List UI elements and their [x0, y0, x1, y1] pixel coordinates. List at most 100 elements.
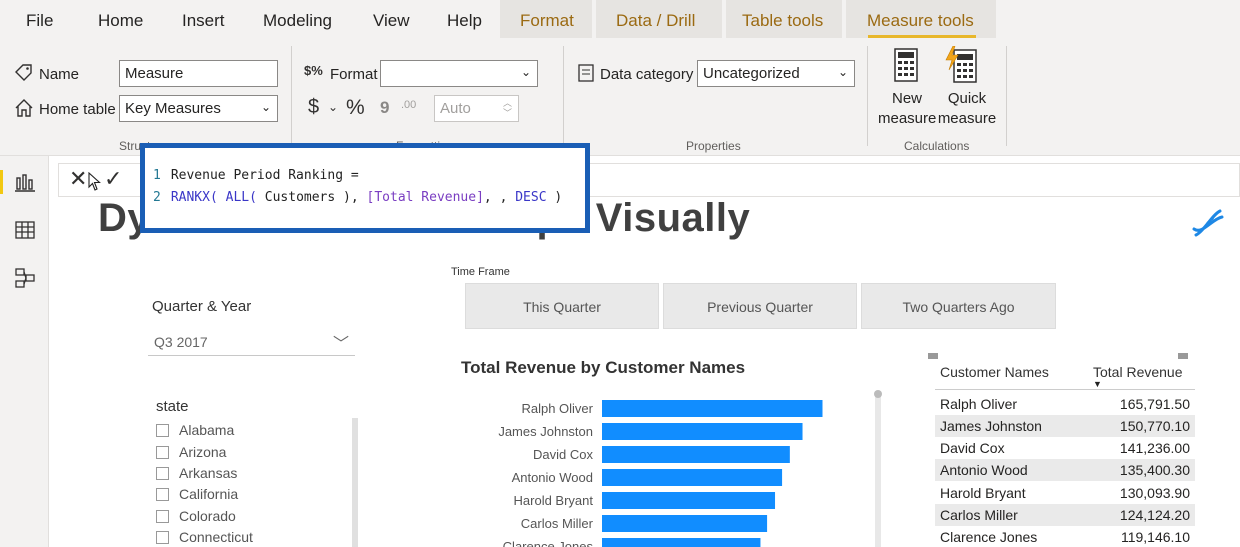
commit-formula-button[interactable]: ✓: [104, 166, 122, 192]
decimal-button[interactable]: .00: [401, 99, 416, 111]
table-argument: Customers ),: [256, 190, 359, 205]
tab-help[interactable]: Help: [447, 11, 482, 31]
visual-resize-handle[interactable]: [928, 353, 938, 359]
checkbox-icon[interactable]: [156, 446, 169, 459]
state-name: Alabama: [179, 422, 235, 438]
tab-modeling[interactable]: Modeling: [263, 11, 332, 31]
visual-resize-handle[interactable]: [1178, 353, 1188, 359]
name-label: Name: [39, 66, 80, 83]
cell-revenue: 135,400.30: [1119, 462, 1190, 478]
tag-icon: [14, 63, 34, 88]
revenue-bar-chart: Ralph Oliver James Johnston David Cox Anton…: [498, 400, 823, 547]
quick-measure-line2: measure: [937, 110, 997, 127]
cell-revenue: 119,146.10: [1120, 529, 1190, 545]
previous-quarter-button[interactable]: Previous Quarter: [663, 283, 857, 329]
tab-data-drill[interactable]: Data / Drill: [616, 11, 695, 31]
home-icon: [14, 98, 34, 123]
column-header-customer[interactable]: Customer Names: [940, 364, 1049, 380]
table-row: James Johnston 150,770.10: [935, 415, 1195, 437]
empty-arguments: , ,: [483, 190, 508, 205]
chart-title: Total Revenue by Customer Names: [461, 358, 746, 377]
bar[interactable]: [602, 492, 776, 509]
decimal-places-value: Auto: [440, 100, 471, 117]
dax-formula-editor[interactable]: 1 Revenue Period Ranking = 2 RANKX( ALL( C…: [140, 143, 590, 233]
this-quarter-button[interactable]: This Quarter: [465, 283, 659, 329]
state-item[interactable]: California: [156, 486, 238, 506]
checkbox-icon[interactable]: [156, 467, 169, 480]
cursor-pointer-icon: [88, 171, 102, 197]
chart-scroll-knob[interactable]: [874, 390, 882, 398]
two-quarters-ago-button[interactable]: Two Quarters Ago: [861, 283, 1056, 329]
bar[interactable]: [602, 469, 783, 486]
state-name: California: [179, 486, 239, 502]
measure-reference: [Total Revenue]: [358, 190, 484, 205]
tab-measure-tools[interactable]: Measure tools: [867, 11, 974, 31]
state-name: Colorado: [179, 508, 236, 524]
table-row: Antonio Wood 135,400.30: [935, 459, 1195, 481]
state-item[interactable]: Connecticut: [156, 529, 253, 547]
tab-table-tools[interactable]: Table tools: [742, 11, 823, 31]
state-item[interactable]: Arkansas: [156, 465, 237, 485]
tab-view[interactable]: View: [373, 11, 410, 31]
bar-label: Carlos Miller: [521, 516, 594, 531]
desc-keyword: DESC: [507, 190, 547, 205]
format-dropdown[interactable]: ⌄: [380, 60, 538, 87]
bar[interactable]: [602, 423, 803, 440]
formula-line-1: 1 Revenue Period Ranking =: [153, 168, 585, 190]
checkbox-icon[interactable]: [156, 424, 169, 437]
report-view-icon[interactable]: [13, 170, 37, 194]
checkbox-icon[interactable]: [156, 531, 169, 544]
model-view-icon[interactable]: [13, 266, 37, 290]
time-frame-label: Time Frame: [451, 266, 510, 278]
table-row: David Cox 141,236.00: [935, 437, 1195, 459]
state-item[interactable]: Arizona: [156, 444, 226, 464]
bar[interactable]: [602, 515, 768, 532]
separator: [867, 46, 868, 146]
data-view-icon[interactable]: [13, 218, 37, 242]
bar-label: Antonio Wood: [512, 470, 593, 485]
calculator-icon[interactable]: [893, 48, 921, 84]
data-category-label: Data category: [600, 66, 694, 83]
group-calculations: Calculations: [904, 139, 970, 153]
new-measure-button[interactable]: New measure: [878, 89, 936, 129]
tab-format[interactable]: Format: [520, 11, 574, 31]
column-header-revenue[interactable]: Total Revenue: [1093, 364, 1183, 380]
bar-label: James Johnston: [498, 424, 593, 439]
tab-file[interactable]: File: [26, 11, 53, 31]
checkbox-icon[interactable]: [156, 510, 169, 523]
data-category-dropdown[interactable]: Uncategorized ⌄: [697, 60, 855, 87]
chevron-down-icon[interactable]: ⌄: [328, 100, 338, 114]
state-slicer-scrollbar[interactable]: [352, 418, 358, 547]
separator: [291, 46, 292, 146]
chevron-down-icon: ﹀: [332, 336, 349, 353]
group-properties: Properties: [686, 139, 741, 153]
checkbox-icon[interactable]: [156, 488, 169, 501]
decimal-places-field[interactable]: Auto ︿ ﹀: [434, 95, 519, 122]
currency-button[interactable]: $: [308, 96, 319, 119]
cancel-formula-button[interactable]: ✕: [69, 166, 87, 192]
quarter-year-dropdown[interactable]: Q3 2017 ﹀: [148, 326, 355, 356]
spinner-icon[interactable]: ︿ ﹀: [503, 98, 512, 118]
cell-customer: Carlos Miller: [940, 507, 1018, 523]
bar[interactable]: [602, 538, 761, 547]
dna-logo-icon: [1190, 205, 1226, 241]
cell-customer: James Johnston: [940, 418, 1042, 434]
new-measure-line1: New: [891, 90, 922, 107]
quick-measure-button[interactable]: Quick measure: [935, 89, 999, 129]
cell-revenue: 130,093.90: [1119, 485, 1190, 501]
quick-measure-icon[interactable]: [944, 45, 980, 84]
state-item[interactable]: Colorado: [156, 508, 236, 528]
bar[interactable]: [602, 400, 823, 417]
home-table-dropdown[interactable]: Key Measures ⌄: [119, 95, 278, 122]
name-field[interactable]: Measure: [119, 60, 278, 87]
state-item[interactable]: Alabama: [156, 422, 234, 442]
tab-home[interactable]: Home: [98, 11, 143, 31]
bar[interactable]: [602, 446, 790, 463]
comma-style-button[interactable]: 9: [380, 98, 389, 118]
closing-paren: ): [546, 190, 563, 205]
separator: [1006, 46, 1007, 146]
tab-insert[interactable]: Insert: [182, 11, 225, 31]
percent-button[interactable]: %: [346, 96, 365, 120]
data-category-icon: [578, 64, 594, 87]
chart-scrollbar[interactable]: [875, 392, 881, 547]
